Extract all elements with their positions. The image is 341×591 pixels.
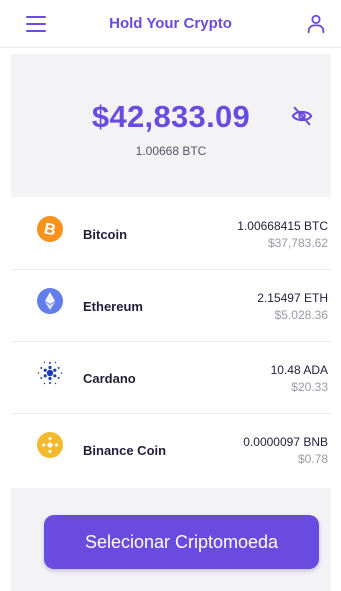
balance-panel: $42,833.09 1.00668 BTC bbox=[11, 54, 331, 197]
select-crypto-button[interactable]: Selecionar Criptomoeda bbox=[44, 515, 319, 569]
bitcoin-icon: B bbox=[37, 216, 63, 242]
app-header: Hold Your Crypto bbox=[0, 0, 341, 48]
app-title: Hold Your Crypto bbox=[109, 15, 232, 32]
coin-name: Bitcoin bbox=[83, 227, 128, 242]
eye-off-icon[interactable] bbox=[290, 105, 314, 127]
coin-fiat-value: $20.33 bbox=[291, 380, 328, 394]
coin-name: Binance Coin bbox=[83, 443, 167, 458]
coin-name: Cardano bbox=[83, 371, 136, 386]
cardano-icon bbox=[37, 361, 63, 385]
coin-amount: 1.00668415 BTC bbox=[237, 219, 328, 233]
coin-fiat-value: $0.78 bbox=[297, 452, 328, 466]
ethereum-icon bbox=[37, 288, 63, 314]
total-balance-btc: 1.00668 BTC bbox=[135, 144, 207, 158]
coin-fiat-value: $37,783.62 bbox=[267, 236, 328, 250]
coin-amount: 0.0000097 BNB bbox=[243, 435, 328, 449]
coin-row-cardano[interactable]: Cardano 10.48 ADA $20.33 bbox=[11, 342, 331, 414]
coin-list: B Bitcoin 1.00668415 BTC $37,783.62 Ethe… bbox=[11, 198, 331, 486]
balance-row: $42,833.09 bbox=[11, 99, 331, 135]
coin-name: Ethereum bbox=[83, 299, 143, 314]
hamburger-menu-icon[interactable] bbox=[26, 15, 46, 32]
footer-panel: Selecionar Criptomoeda bbox=[11, 488, 331, 591]
coin-amount: 2.15497 ETH bbox=[257, 291, 328, 305]
coin-row-binance-coin[interactable]: Binance Coin 0.0000097 BNB $0.78 bbox=[11, 414, 331, 486]
coin-row-bitcoin[interactable]: B Bitcoin 1.00668415 BTC $37,783.62 bbox=[11, 198, 331, 270]
total-balance-value: $42,833.09 bbox=[91, 99, 251, 134]
coin-fiat-value: $5.028.36 bbox=[274, 308, 328, 322]
binance-coin-icon bbox=[37, 432, 63, 458]
user-icon[interactable] bbox=[305, 13, 327, 35]
coin-row-ethereum[interactable]: Ethereum 2.15497 ETH $5.028.36 bbox=[11, 270, 331, 342]
coin-amount: 10.48 ADA bbox=[270, 363, 328, 377]
